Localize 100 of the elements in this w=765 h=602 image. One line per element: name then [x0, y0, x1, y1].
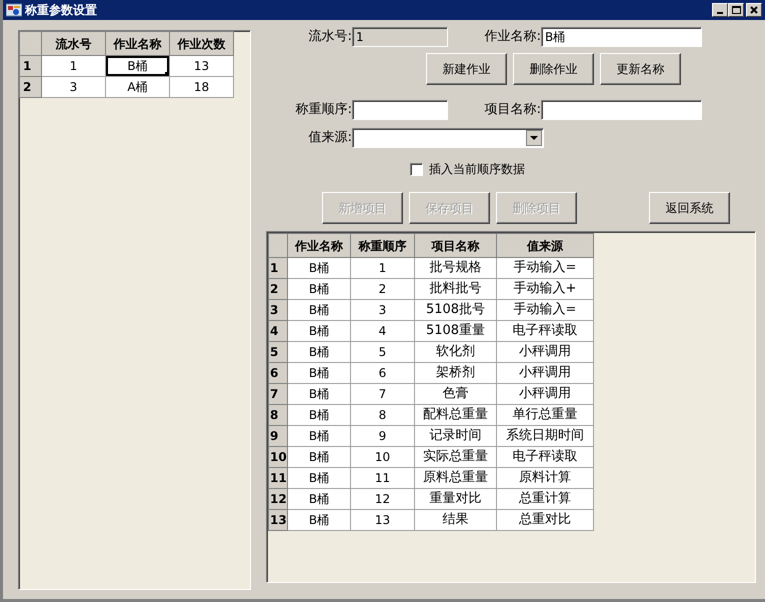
row-header: 10 — [268, 446, 288, 468]
row-header: 3 — [268, 300, 288, 320]
table-cell: B桶 — [288, 510, 350, 530]
table-cell: 3 — [42, 76, 106, 98]
table-cell: 记录时间 — [414, 426, 496, 446]
table-cell: 实际总重量 — [414, 446, 496, 468]
table-cell: 13 — [350, 510, 414, 530]
table-cell: 批号规格 — [414, 258, 496, 278]
table-cell: 1 — [350, 258, 414, 278]
close-icon — [750, 6, 758, 14]
row-header: 4 — [268, 320, 288, 342]
row-header: 2 — [20, 76, 42, 98]
table-cell: A桶 — [106, 76, 170, 98]
table-cell: B桶 — [288, 300, 350, 320]
maximize-icon — [732, 6, 740, 14]
table-cell: 小秤调用 — [496, 362, 594, 384]
table-cell: 手动输入= — [496, 300, 594, 320]
table-cell: 9 — [350, 426, 414, 446]
table-cell: 5 — [350, 342, 414, 362]
table-cell: 小秤调用 — [496, 342, 594, 362]
table-cell: 原料计算 — [496, 468, 594, 488]
field-label: 称重顺序: — [294, 101, 352, 120]
row-header: 9 — [268, 426, 288, 446]
table-cell: 架桥剂 — [414, 362, 496, 384]
field-label: 项目名称: — [484, 101, 541, 120]
table-cell: 总重对比 — [496, 510, 594, 530]
app-icon — [6, 3, 22, 17]
table-cell: 手动输入+ — [496, 278, 594, 300]
column-header: 流水号 — [42, 32, 106, 56]
table-cell: 配料总重量 — [414, 404, 496, 426]
field-label: 作业名称: — [484, 28, 541, 46]
field-label: 流水号: — [308, 28, 352, 46]
table-cell: B桶 — [288, 258, 350, 278]
item-name-field[interactable] — [541, 100, 702, 120]
column-header: 作业名称 — [288, 234, 350, 258]
close-button[interactable] — [746, 3, 762, 17]
table-cell: 系统日期时间 — [496, 426, 594, 446]
table-cell: 手动输入= — [496, 258, 594, 278]
source-dropdown[interactable] — [352, 128, 544, 148]
table-cell: B桶 — [288, 362, 350, 384]
table-cell: 批料批号 — [414, 278, 496, 300]
table-cell: 18 — [170, 76, 234, 98]
maximize-button[interactable] — [728, 3, 744, 17]
action-button[interactable]: 更新名称 — [600, 53, 681, 85]
table-cell: 原料总重量 — [414, 468, 496, 488]
table-cell: 3 — [350, 300, 414, 320]
column-header: 作业次数 — [170, 32, 234, 56]
table-cell: 8 — [350, 404, 414, 426]
row-header: 6 — [268, 362, 288, 384]
action-button[interactable]: 删除作业 — [513, 53, 594, 85]
row-header: 11 — [268, 468, 288, 488]
table-cell: 7 — [350, 384, 414, 404]
table-cell: 13 — [170, 56, 234, 76]
job-name-field[interactable]: B桶 — [541, 27, 702, 47]
minimize-button[interactable] — [712, 3, 728, 17]
checkbox[interactable] — [410, 162, 423, 176]
column-header: 值来源 — [496, 234, 594, 258]
table-cell: 电子秤读取 — [496, 320, 594, 342]
row-header: 13 — [268, 510, 288, 530]
table-cell: B桶 — [288, 404, 350, 426]
table-cell: B桶 — [288, 278, 350, 300]
table-cell: 5108重量 — [414, 320, 496, 342]
row-header: 1 — [268, 258, 288, 278]
return-button[interactable]: 返回系统 — [649, 192, 730, 224]
table-cell: 结果 — [414, 510, 496, 530]
row-header: 1 — [20, 56, 42, 76]
table-cell: 6 — [350, 362, 414, 384]
table-cell: 单行总重量 — [496, 404, 594, 426]
table-cell: 小秤调用 — [496, 384, 594, 404]
table-cell: 12 — [350, 488, 414, 510]
grid-corner — [268, 234, 288, 258]
column-header: 称重顺序 — [350, 234, 414, 258]
table-cell: 2 — [350, 278, 414, 300]
checkbox-label: 插入当前顺序数据 — [429, 161, 525, 178]
table-cell: B桶 — [288, 488, 350, 510]
table-cell: B桶 — [288, 446, 350, 468]
action-button[interactable]: 新建作业 — [426, 53, 507, 85]
column-header: 作业名称 — [106, 32, 170, 56]
table-cell: B桶 — [288, 468, 350, 488]
table-cell: 5108批号 — [414, 300, 496, 320]
table-cell: 软化剂 — [414, 342, 496, 362]
row-header: 7 — [268, 384, 288, 404]
table-cell: 4 — [350, 320, 414, 342]
field-label: 值来源: — [308, 129, 352, 148]
table-cell: B桶 — [288, 320, 350, 342]
order-field[interactable] — [352, 100, 448, 120]
row-header: 8 — [268, 404, 288, 426]
table-cell: 色膏 — [414, 384, 496, 404]
table-cell: 10 — [350, 446, 414, 468]
row-header: 2 — [268, 278, 288, 300]
column-header: 项目名称 — [414, 234, 496, 258]
table-cell: B桶 — [106, 56, 170, 76]
table-cell: 11 — [350, 468, 414, 488]
table-cell: 总重计算 — [496, 488, 594, 510]
table-cell: B桶 — [288, 426, 350, 446]
window-title: 称重参数设置 — [25, 2, 97, 19]
table-cell: 电子秤读取 — [496, 446, 594, 468]
table-cell: B桶 — [288, 342, 350, 362]
row-header: 5 — [268, 342, 288, 362]
table-cell: 重量对比 — [414, 488, 496, 510]
